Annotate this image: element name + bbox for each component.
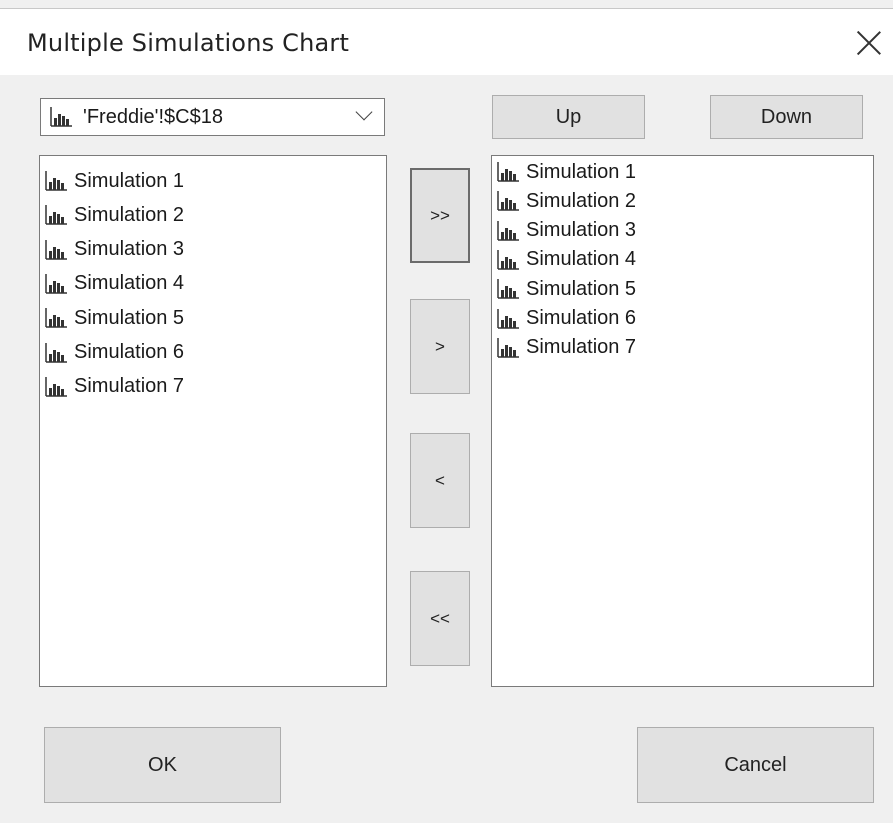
list-item[interactable]: Simulation 2: [496, 186, 636, 216]
range-selector[interactable]: 'Freddie'!$C$18: [40, 98, 385, 136]
list-item-label: Simulation 3: [526, 219, 637, 242]
list-item-label: Simulation 2: [74, 203, 185, 226]
chart-icon: [45, 273, 67, 294]
list-item-label: Simulation 6: [74, 341, 185, 363]
chart-icon: [497, 191, 519, 212]
chart-icon: [497, 220, 519, 241]
list-item-label: Simulation 7: [74, 375, 185, 398]
ok-button[interactable]: OK: [44, 727, 281, 803]
list-item[interactable]: Simulation 5: [44, 303, 184, 333]
remove-all-button[interactable]: <<: [410, 571, 470, 666]
list-item[interactable]: Simulation 5: [496, 274, 636, 304]
list-item[interactable]: Simulation 1: [496, 157, 636, 187]
list-item[interactable]: Simulation 3: [44, 235, 184, 265]
list-item[interactable]: Simulation 1: [44, 166, 184, 196]
list-item[interactable]: Simulation 4: [496, 245, 636, 275]
chart-icon: [45, 205, 67, 226]
chart-icon: [45, 308, 67, 328]
list-item-label: Simulation 1: [74, 169, 185, 192]
chart-icon: [45, 376, 67, 397]
chart-icon: [497, 279, 519, 299]
chart-icon: [497, 249, 519, 270]
list-item[interactable]: Simulation 7: [496, 333, 636, 363]
selected-simulations-list[interactable]: Simulation 1 Simulation 2 Simulation 3 Simu…: [491, 155, 874, 687]
list-item-label: Simulation 4: [526, 248, 637, 271]
chart-icon: [497, 162, 519, 182]
chart-icon: [45, 342, 67, 363]
available-simulations-list[interactable]: Simulation 1 Simulation 2 Simulation 3 Simu…: [39, 155, 387, 687]
list-item-label: Simulation 5: [526, 277, 637, 300]
window-title: Multiple Simulations Chart: [27, 29, 350, 57]
title-bar: Multiple Simulations Chart: [0, 8, 893, 75]
list-item[interactable]: Simulation 6: [44, 338, 184, 368]
list-item-label: Simulation 6: [526, 307, 637, 329]
up-button[interactable]: Up: [492, 95, 645, 139]
chart-icon: [497, 337, 519, 358]
selector-value: 'Freddie'!$C$18: [83, 106, 223, 128]
chart-icon: [45, 171, 67, 191]
list-item-label: Simulation 3: [74, 238, 185, 261]
list-item[interactable]: Simulation 7: [44, 372, 184, 402]
list-item-label: Simulation 4: [74, 272, 185, 295]
list-item[interactable]: Simulation 2: [44, 200, 184, 230]
list-item[interactable]: Simulation 6: [496, 304, 636, 334]
close-icon[interactable]: [855, 29, 883, 57]
list-item[interactable]: Simulation 3: [496, 216, 636, 246]
list-item-label: Simulation 7: [526, 336, 637, 359]
chart-icon: [50, 107, 72, 127]
list-item-label: Simulation 1: [526, 160, 637, 183]
chart-icon: [45, 239, 67, 260]
list-item-label: Simulation 2: [526, 189, 637, 212]
chevron-down-icon[interactable]: [355, 103, 373, 121]
add-button[interactable]: >: [410, 299, 470, 394]
down-button[interactable]: Down: [710, 95, 863, 139]
chart-icon: [497, 308, 519, 329]
remove-button[interactable]: <: [410, 433, 470, 528]
list-item[interactable]: Simulation 4: [44, 269, 184, 299]
add-all-button[interactable]: >>: [410, 168, 470, 263]
list-item-label: Simulation 5: [74, 306, 185, 329]
cancel-button[interactable]: Cancel: [637, 727, 874, 803]
